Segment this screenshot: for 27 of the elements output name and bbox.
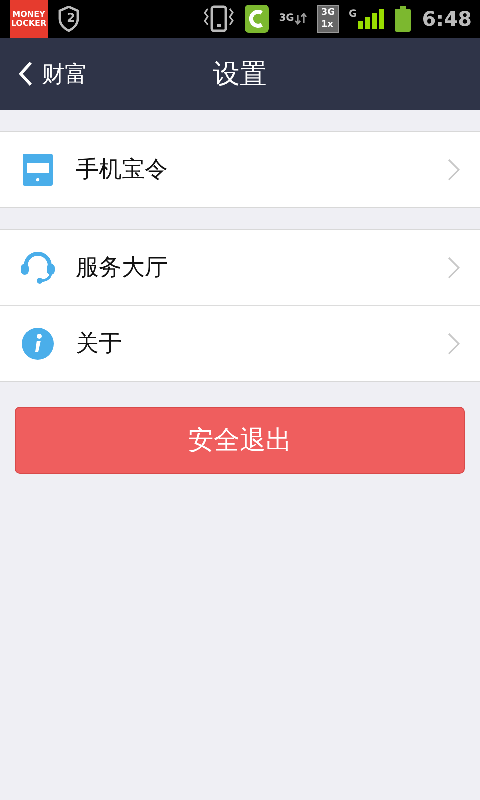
item-label: 手机宝令 xyxy=(76,156,169,185)
shield-count: 2 xyxy=(67,11,76,25)
chevron-icon xyxy=(448,158,460,180)
chevron-icon xyxy=(448,256,460,278)
data-indicator: 3G xyxy=(279,13,308,25)
shield-icon xyxy=(58,6,80,32)
item-label: 关于 xyxy=(76,330,123,359)
item-label: 服务大厅 xyxy=(76,254,169,283)
settings-item[interactable]: 关于 xyxy=(0,305,480,381)
dual-signal: 3G 1x xyxy=(317,5,340,33)
battery-icon xyxy=(394,6,412,32)
signal-indicator: G xyxy=(349,9,384,29)
page-title: 设置 xyxy=(213,58,267,92)
c-app-icon xyxy=(245,5,270,33)
back-button[interactable]: 财富 xyxy=(0,58,88,90)
token-device-icon xyxy=(20,154,56,186)
info-icon xyxy=(20,328,56,360)
chevron-icon xyxy=(448,332,460,354)
app-badge: MONEY LOCKER xyxy=(10,0,48,38)
clock: 6:48 xyxy=(422,7,472,31)
signal-icon xyxy=(358,9,384,29)
back-chevron-icon xyxy=(18,61,34,87)
vibrate-icon xyxy=(203,5,236,33)
transfer-arrows-icon xyxy=(295,13,308,25)
headset-icon xyxy=(20,252,56,284)
settings-item[interactable]: 服务大厅 xyxy=(0,230,480,305)
settings-item[interactable]: 手机宝令 xyxy=(0,132,480,207)
